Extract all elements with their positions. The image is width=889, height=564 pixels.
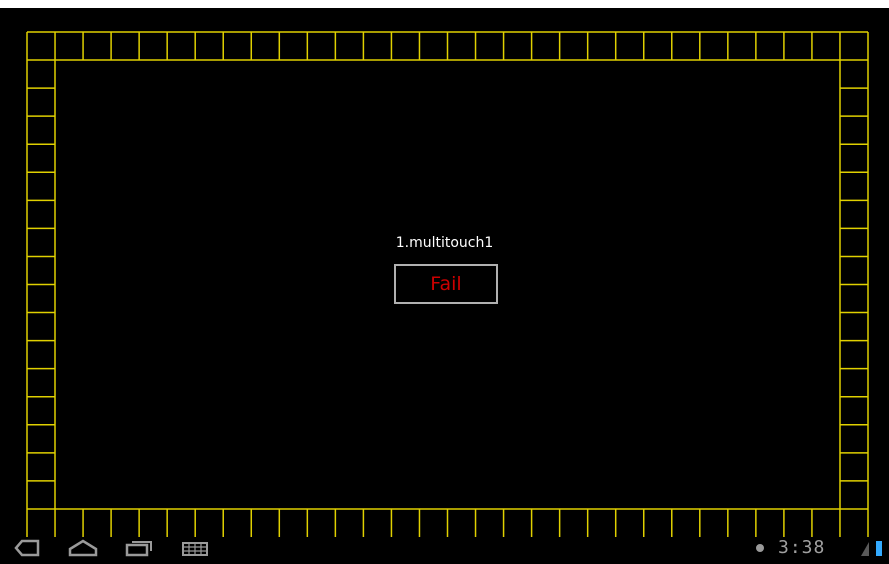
keyboard-icon[interactable] (178, 532, 212, 564)
signal-icon (858, 532, 872, 564)
clock[interactable]: 3:38 (778, 537, 825, 558)
back-icon[interactable] (10, 532, 44, 564)
battery-icon (873, 532, 885, 564)
test-screen: 1.multitouch1 Fail 3:38 (0, 8, 889, 564)
result-button[interactable]: Fail (394, 264, 498, 304)
home-icon[interactable] (66, 532, 100, 564)
test-title: 1.multitouch1 (395, 235, 494, 251)
result-label: Fail (430, 273, 462, 295)
system-bar: 3:38 (0, 532, 889, 564)
recent-apps-icon[interactable] (122, 532, 156, 564)
notification-dot-icon[interactable] (752, 532, 768, 564)
